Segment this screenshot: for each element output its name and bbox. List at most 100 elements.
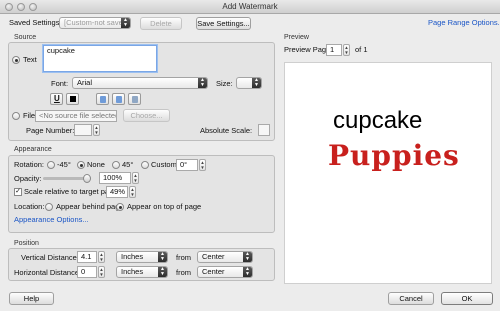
preview-page-input[interactable]: 1 xyxy=(326,44,342,56)
horizontal-units-value: Inches xyxy=(121,267,144,276)
horizontal-anchor-value: Center xyxy=(202,267,225,276)
opacity-label: Opacity: xyxy=(14,174,42,183)
file-radio[interactable] xyxy=(12,112,20,120)
horizontal-distance-stepper[interactable]: ▲ ▼ xyxy=(98,266,105,278)
opacity-slider-thumb[interactable] xyxy=(83,174,91,183)
appear-on-top-label: Appear on top of page xyxy=(127,202,202,211)
delete-button[interactable]: Delete xyxy=(140,17,182,30)
rotation-custom-label: Custom xyxy=(151,160,177,169)
font-select[interactable]: Arial ▲ ▼ xyxy=(72,77,208,89)
file-label: File xyxy=(23,111,36,120)
absolute-scale-input[interactable] xyxy=(258,124,270,136)
select-arrows-icon: ▲ ▼ xyxy=(158,267,167,277)
source-file-value: <No source file selected> xyxy=(39,111,117,120)
preview-page-value: 1 xyxy=(330,45,335,54)
absolute-scale-label: Absolute Scale: xyxy=(200,126,253,135)
appearance-section-title: Appearance xyxy=(14,146,52,153)
text-color-icon[interactable] xyxy=(66,93,79,105)
align-left-icon[interactable] xyxy=(96,93,109,105)
rotation-custom-radio[interactable] xyxy=(141,161,149,169)
text-radio[interactable] xyxy=(12,56,20,64)
select-arrows-icon: ▲ ▼ xyxy=(243,267,252,277)
close-window-icon[interactable] xyxy=(5,3,13,11)
page-number-stepper[interactable]: ▲ ▼ xyxy=(93,124,100,136)
scale-stepper[interactable]: ▲ ▼ xyxy=(129,186,136,198)
vertical-from-label: from xyxy=(176,253,191,262)
opacity-value: 100% xyxy=(103,173,123,182)
horizontal-units-select[interactable]: Inches ▲ ▼ xyxy=(116,266,168,278)
scale-relative-label: Scale relative to target page xyxy=(24,187,118,196)
select-arrows-icon: ▲ ▼ xyxy=(121,18,130,28)
underline-icon[interactable]: U xyxy=(50,93,63,105)
vertical-units-select[interactable]: Inches ▲ ▼ xyxy=(116,251,168,263)
rotation-45-radio[interactable] xyxy=(112,161,120,169)
vertical-units-value: Inches xyxy=(121,252,144,261)
preview-watermark-text: cupcake xyxy=(333,107,423,134)
rotation-minus45-label: -45° xyxy=(57,160,71,169)
scale-value: 49% xyxy=(110,187,126,196)
saved-settings-select[interactable]: [Custom-not saved] ▲ ▼ xyxy=(59,17,131,29)
position-section-title: Position xyxy=(14,240,39,247)
vertical-distance-input[interactable]: 4.1 xyxy=(77,251,97,263)
size-select[interactable]: ▲ ▼ xyxy=(236,77,262,89)
select-arrows-icon: ▲ ▼ xyxy=(252,78,261,88)
opacity-stepper[interactable]: ▲ ▼ xyxy=(132,172,139,184)
appear-behind-radio[interactable] xyxy=(45,203,53,211)
appearance-options-link[interactable]: Appearance Options... xyxy=(14,215,89,225)
appear-behind-label: Appear behind page xyxy=(56,202,124,211)
scale-input[interactable]: 49% xyxy=(106,186,128,198)
vertical-anchor-value: Center xyxy=(202,252,225,261)
rotation-custom-input[interactable]: 0° xyxy=(176,159,198,171)
page-number-label: Page Number: xyxy=(26,126,75,135)
preview-page-stepper[interactable]: ▲ ▼ xyxy=(343,44,350,56)
source-file-field: <No source file selected> xyxy=(35,110,117,122)
rotation-minus45-radio[interactable] xyxy=(47,161,55,169)
cancel-button[interactable]: Cancel xyxy=(388,292,434,305)
appear-on-top-radio[interactable] xyxy=(116,203,124,211)
opacity-slider[interactable] xyxy=(43,174,91,183)
horizontal-distance-value: 0 xyxy=(81,267,86,276)
saved-settings-value: [Custom-not saved] xyxy=(64,18,130,27)
horizontal-anchor-select[interactable]: Center ▲ ▼ xyxy=(197,266,253,278)
vertical-distance-stepper[interactable]: ▲ ▼ xyxy=(98,251,105,263)
opacity-input[interactable]: 100% xyxy=(99,172,131,184)
vertical-distance-label: Vertical Distance: xyxy=(21,253,79,262)
choose-button[interactable]: Choose... xyxy=(123,109,170,122)
saved-settings-label: Saved Settings: xyxy=(9,18,62,27)
vertical-anchor-select[interactable]: Center ▲ ▼ xyxy=(197,251,253,263)
rotation-45-label: 45° xyxy=(122,160,134,169)
location-label: Location: xyxy=(14,202,45,211)
rotation-label: Rotation: xyxy=(14,160,45,169)
page-range-options-link[interactable]: Page Range Options... xyxy=(428,18,500,28)
horizontal-distance-input[interactable]: 0 xyxy=(77,266,97,278)
vertical-distance-value: 4.1 xyxy=(81,252,92,261)
preview-page: cupcake Puppies xyxy=(284,62,492,284)
rotation-none-label: None xyxy=(87,160,105,169)
size-label: Size: xyxy=(216,79,233,88)
zoom-window-icon[interactable] xyxy=(29,3,37,11)
preview-page-label: Preview Page xyxy=(284,45,331,54)
select-arrows-icon: ▲ ▼ xyxy=(243,252,252,262)
rotation-none-radio[interactable] xyxy=(77,161,85,169)
scale-relative-checkbox[interactable]: ✓ xyxy=(14,188,22,196)
horizontal-from-label: from xyxy=(176,268,191,277)
watermark-text-input[interactable]: cupcake xyxy=(43,45,157,72)
ok-button[interactable]: OK xyxy=(441,292,493,305)
rotation-custom-value: 0° xyxy=(180,160,188,169)
align-right-icon[interactable] xyxy=(128,93,141,105)
preview-section-title: Preview xyxy=(284,34,309,41)
help-button[interactable]: Help xyxy=(9,292,54,305)
align-center-icon[interactable] xyxy=(112,93,125,105)
save-settings-button[interactable]: Save Settings... xyxy=(196,17,251,30)
preview-puppies-image-text: Puppies xyxy=(328,139,460,172)
rotation-custom-stepper[interactable]: ▲ ▼ xyxy=(199,159,206,171)
font-value: Arial xyxy=(77,78,93,87)
horizontal-distance-label: Horizontal Distance: xyxy=(14,268,82,277)
select-arrows-icon: ▲ ▼ xyxy=(158,252,167,262)
minimize-window-icon[interactable] xyxy=(17,3,25,11)
page-number-input[interactable] xyxy=(74,124,92,136)
window-title: Add Watermark xyxy=(222,2,278,11)
preview-page-count: of 1 xyxy=(355,45,368,54)
select-arrows-icon: ▲ ▼ xyxy=(198,78,207,88)
title-bar: Add Watermark xyxy=(0,0,500,14)
